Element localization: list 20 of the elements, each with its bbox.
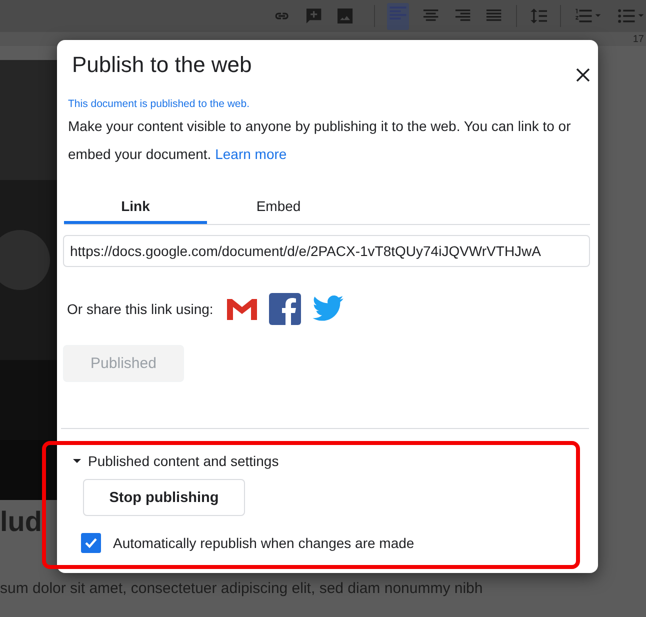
close-icon[interactable] — [576, 68, 590, 82]
body-text: sum dolor sit amet, consectetuer adipiscing elit, sed diam nonummy nibh — [0, 580, 483, 597]
heading-text: lud — [0, 506, 42, 538]
checkbox-label: Automatically republish when changes are made — [113, 535, 414, 551]
facebook-icon[interactable] — [269, 293, 302, 326]
learn-more-link[interactable]: Learn more — [215, 146, 287, 162]
dialog-title: Publish to the web — [72, 52, 252, 78]
bird-icon[interactable] — [311, 295, 346, 324]
status-message: This document is published to the web. — [68, 98, 251, 110]
tab[interactable]: Embed — [207, 190, 350, 224]
link-field[interactable]: https://docs.google.com/document/d/e/2PACX-1vT8tQUy74iJQVWrVTHJwA — [63, 235, 590, 268]
caret-icon — [73, 457, 81, 465]
description-text: Make your content visible to anyone by publishing it to the web. You can link to or embed your document. Learn more — [68, 117, 572, 164]
stop-publishing-button[interactable]: Stop publishing — [83, 479, 245, 516]
settings-toggle[interactable]: Published content and settings — [73, 453, 279, 469]
tab[interactable]: Link — [64, 190, 207, 224]
share-label: Or share this link using: — [67, 301, 214, 318]
mail-icon[interactable] — [225, 296, 260, 322]
checkbox[interactable] — [81, 533, 101, 553]
checkmark-icon — [84, 536, 98, 550]
